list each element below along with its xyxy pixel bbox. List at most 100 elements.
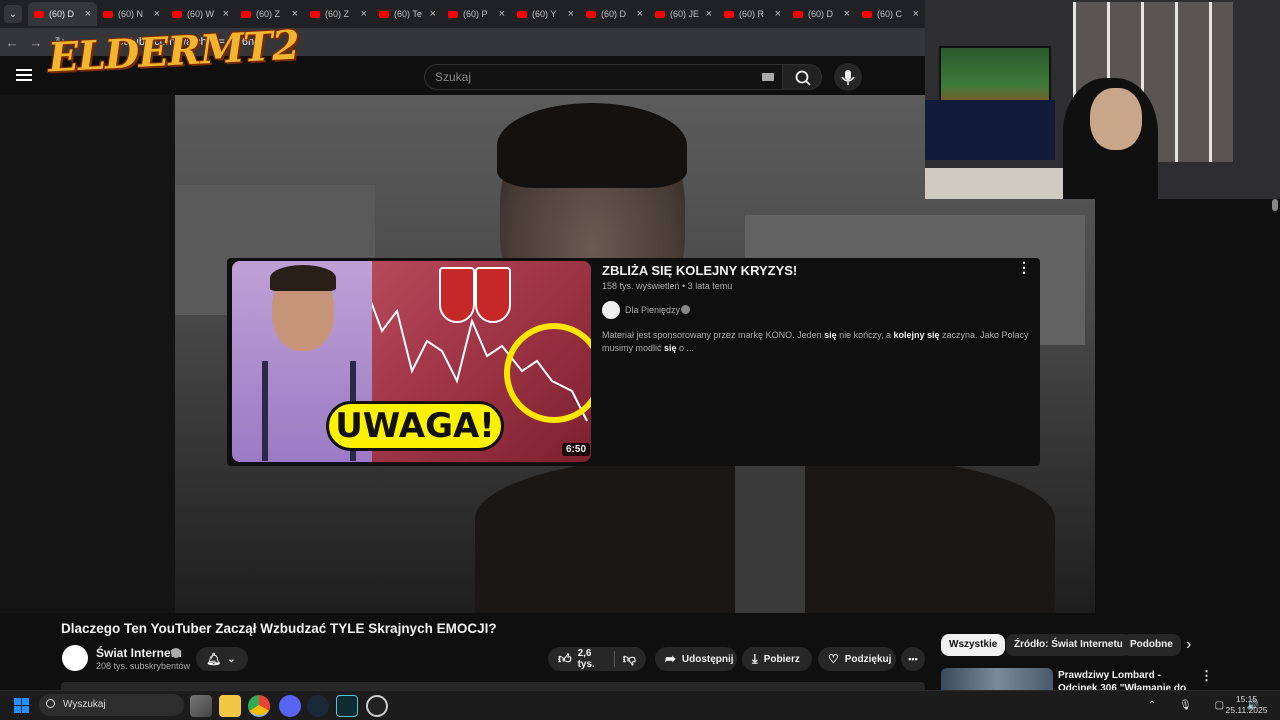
- scrollbar-thumb[interactable]: [1272, 199, 1278, 211]
- more-actions-button[interactable]: •••: [901, 647, 925, 671]
- browser-tab[interactable]: (60) N ×: [97, 2, 166, 26]
- share-icon: ➦: [665, 651, 676, 666]
- tab-close-icon[interactable]: ×: [568, 8, 574, 20]
- chip-similar[interactable]: Podobne: [1122, 634, 1181, 656]
- file-explorer-icon[interactable]: [219, 695, 241, 717]
- steam-icon[interactable]: [307, 695, 329, 717]
- browser-tab[interactable]: (60) Te ×: [373, 2, 442, 26]
- tab-close-icon[interactable]: ×: [292, 8, 298, 20]
- browser-tab[interactable]: (60) R ×: [718, 2, 787, 26]
- channel-name[interactable]: Świat Internetu: [96, 646, 182, 660]
- browser-tab[interactable]: (60) C ×: [856, 2, 925, 26]
- tab-close-icon[interactable]: ×: [844, 8, 850, 20]
- clock-date: 25.11.2025: [1225, 705, 1268, 715]
- eagle-emblem-icon: [475, 267, 511, 323]
- card-meta: 158 tys. wyświetleń • 3 lata temu: [602, 281, 733, 291]
- youtube-favicon-icon: [172, 10, 182, 18]
- discord-icon[interactable]: [279, 695, 301, 717]
- card-channel-avatar[interactable]: [602, 301, 620, 319]
- presenter-collar: [735, 455, 805, 613]
- like-button[interactable]: 👍︎ 2,6 tys.: [558, 648, 601, 670]
- like-count: 2,6 tys.: [577, 648, 595, 670]
- forward-icon[interactable]: →: [24, 35, 48, 50]
- card-description: Materiał jest sponsorowany przez markę K…: [602, 330, 1029, 353]
- youtube-favicon-icon: [862, 10, 872, 18]
- tab-title: (60) JE: [670, 9, 700, 19]
- webcam-monitor: [925, 100, 1055, 160]
- search-button[interactable]: [782, 64, 822, 90]
- taskbar-search[interactable]: Wyszukaj: [39, 694, 184, 716]
- browser-tab[interactable]: (60) JE ×: [649, 2, 718, 26]
- browser-tab[interactable]: (60) D ×: [787, 2, 856, 26]
- presenter-hair: [497, 103, 687, 188]
- suspender-left: [262, 361, 268, 461]
- browser-tab[interactable]: (60) Y ×: [511, 2, 580, 26]
- terminal-app-icon[interactable]: [336, 695, 358, 717]
- taskbar-clock[interactable]: 15:15 25.11.2025: [1224, 694, 1269, 716]
- tab-close-icon[interactable]: ×: [361, 8, 367, 20]
- download-icon: ⤓: [752, 651, 758, 666]
- mic-icon: [841, 70, 855, 85]
- chip-source[interactable]: Źródło: Świat Internetu: [1006, 634, 1131, 656]
- tab-close-icon[interactable]: ×: [637, 8, 643, 20]
- eagle-emblem-icon: [439, 267, 475, 323]
- browser-tab[interactable]: (60) Z ×: [304, 2, 373, 26]
- description-box[interactable]: [61, 682, 925, 690]
- youtube-favicon-icon: [241, 10, 251, 18]
- verified-icon: [681, 305, 690, 314]
- thanks-button[interactable]: ♡ Podziękuj: [818, 647, 896, 671]
- notification-bell-button[interactable]: 🔔︎ ⌄: [196, 647, 248, 671]
- browser-tab[interactable]: (60) D ×: [28, 2, 97, 26]
- subscriber-count: 208 tys. subskrybentów: [96, 661, 191, 671]
- card-thumbnail[interactable]: UWAGA!: [232, 261, 591, 462]
- browser-tab[interactable]: (60) W ×: [166, 2, 235, 26]
- task-view-icon[interactable]: [190, 695, 212, 717]
- tab-close-icon[interactable]: ×: [775, 8, 781, 20]
- chip-all[interactable]: Wszystkie: [941, 634, 1006, 656]
- browser-tab-strip: ⌄ (60) D × (60) N × (60) W × (60) Z × (60) Z × (60…: [0, 0, 925, 28]
- tab-close-icon[interactable]: ×: [154, 8, 160, 20]
- tab-close-icon[interactable]: ×: [430, 8, 436, 20]
- recommendation-thumbnail[interactable]: [941, 668, 1053, 690]
- search-input[interactable]: Szukaj: [424, 64, 784, 90]
- chevron-down-icon: ⌄: [227, 653, 236, 665]
- chevron-right-icon[interactable]: ›: [1186, 636, 1191, 654]
- share-button[interactable]: ➦ Udostępnij: [655, 647, 737, 671]
- tab-title: (60) D: [601, 9, 627, 19]
- card-more-icon[interactable]: ⋮: [1017, 259, 1031, 276]
- tab-close-icon[interactable]: ×: [223, 8, 229, 20]
- channel-avatar[interactable]: [62, 645, 88, 671]
- browser-tab[interactable]: (60) D ×: [580, 2, 649, 26]
- card-channel-name[interactable]: Dla Pieniędzy: [625, 305, 680, 315]
- bell-icon: 🔔︎: [206, 652, 222, 666]
- keyboard-icon[interactable]: [762, 73, 774, 81]
- card-title[interactable]: ZBLIŻA SIĘ KOLEJNY KRYZYS!: [602, 263, 797, 278]
- thumb-uwaga-text: UWAGA!: [326, 401, 504, 451]
- thumb-presenter-hair: [270, 265, 336, 291]
- tab-close-icon[interactable]: ×: [85, 8, 91, 20]
- thumbs-down-icon[interactable]: 👎︎: [623, 651, 636, 667]
- tab-title: (60) N: [118, 9, 144, 19]
- voice-search-button[interactable]: [834, 63, 862, 91]
- download-label: Pobierz: [763, 653, 800, 665]
- browser-tab[interactable]: (60) P ×: [442, 2, 511, 26]
- tab-close-icon[interactable]: ×: [499, 8, 505, 20]
- tab-search-icon[interactable]: ⌄: [4, 5, 22, 23]
- obs-icon[interactable]: [366, 695, 388, 717]
- windows-start-icon[interactable]: [14, 698, 29, 713]
- tab-close-icon[interactable]: ×: [913, 8, 919, 20]
- menu-icon[interactable]: [16, 69, 32, 81]
- recommendation-title[interactable]: Prawdziwy Lombard - Odcinek 306 "Włamani…: [1058, 669, 1193, 690]
- download-button[interactable]: ⤓ Pobierz: [742, 647, 812, 671]
- webcam-streamer-face: [1090, 88, 1142, 150]
- back-icon[interactable]: ←: [0, 35, 24, 50]
- taskbar-search-icon: [46, 699, 55, 708]
- like-dislike-group: 👍︎ 2,6 tys. 👎︎: [548, 647, 646, 671]
- chrome-icon[interactable]: [248, 695, 270, 717]
- more-icon: •••: [908, 654, 918, 664]
- tab-close-icon[interactable]: ×: [706, 8, 712, 20]
- page-right-margin: [1095, 199, 1280, 613]
- youtube-favicon-icon: [793, 10, 803, 18]
- webcam-aquarium: [939, 46, 1051, 104]
- recommendation-more-icon[interactable]: ⋮: [1200, 668, 1213, 684]
